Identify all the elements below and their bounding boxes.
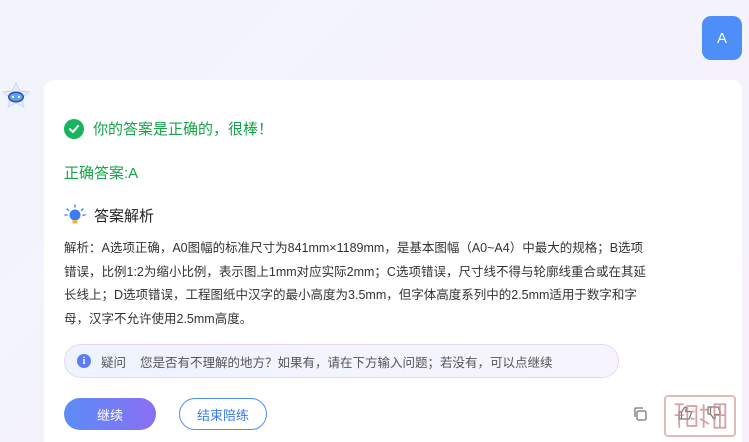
bot-avatar-icon — [1, 82, 31, 108]
info-icon: i — [77, 354, 91, 368]
analysis-title: 答案解析 — [94, 207, 155, 225]
analysis-line: 错误，比例1:2为缩小比例，表示图上1mm对应实际2mm；C选项错误，尺寸线不得… — [64, 264, 646, 279]
analysis-body: 解析：A选项正确，A0图幅的标准尺寸为841mm×1189mm，是基本图幅（A0… — [64, 237, 720, 331]
analysis-line: 解析：A选项正确，A0图幅的标准尺寸为841mm×1189mm，是基本图幅（A0… — [64, 241, 644, 255]
correct-answer: 正确答案:A — [64, 165, 139, 182]
end-practice-button[interactable]: 结束陪练 — [179, 398, 267, 430]
copy-icon[interactable] — [632, 406, 648, 422]
analysis-header: 答案解析 — [64, 204, 154, 226]
question-tip: i 疑问 您是否有不理解的地方？如果有，请在下方输入问题；若没有，可以点继续 — [64, 344, 619, 378]
tip-label: 疑问 — [101, 355, 127, 370]
lightbulb-icon — [64, 204, 86, 224]
check-circle-icon — [64, 118, 84, 139]
user-avatar: A — [702, 16, 742, 60]
watermark-stamp — [664, 395, 736, 437]
analysis-line: 母，汉字不允许使用2.5mm高度。 — [64, 311, 253, 326]
continue-button[interactable]: 继续 — [64, 398, 156, 430]
result-row: 你的答案是正确的，很棒！ — [64, 118, 273, 139]
user-avatar-letter: A — [716, 29, 727, 47]
analysis-line: 长线上；D选项错误，工程图纸中汉字的最小高度为3.5mm，但字体高度系列中的2.… — [64, 288, 637, 302]
answer-card: 你的答案是正确的，很棒！ 正确答案:A 答案解析 解析：A选项正确，A0图幅的标… — [44, 80, 742, 442]
result-message: 你的答案是正确的，很棒！ — [93, 121, 274, 138]
tip-text: 您是否有不理解的地方？如果有，请在下方输入问题；若没有，可以点继续 — [140, 355, 553, 370]
